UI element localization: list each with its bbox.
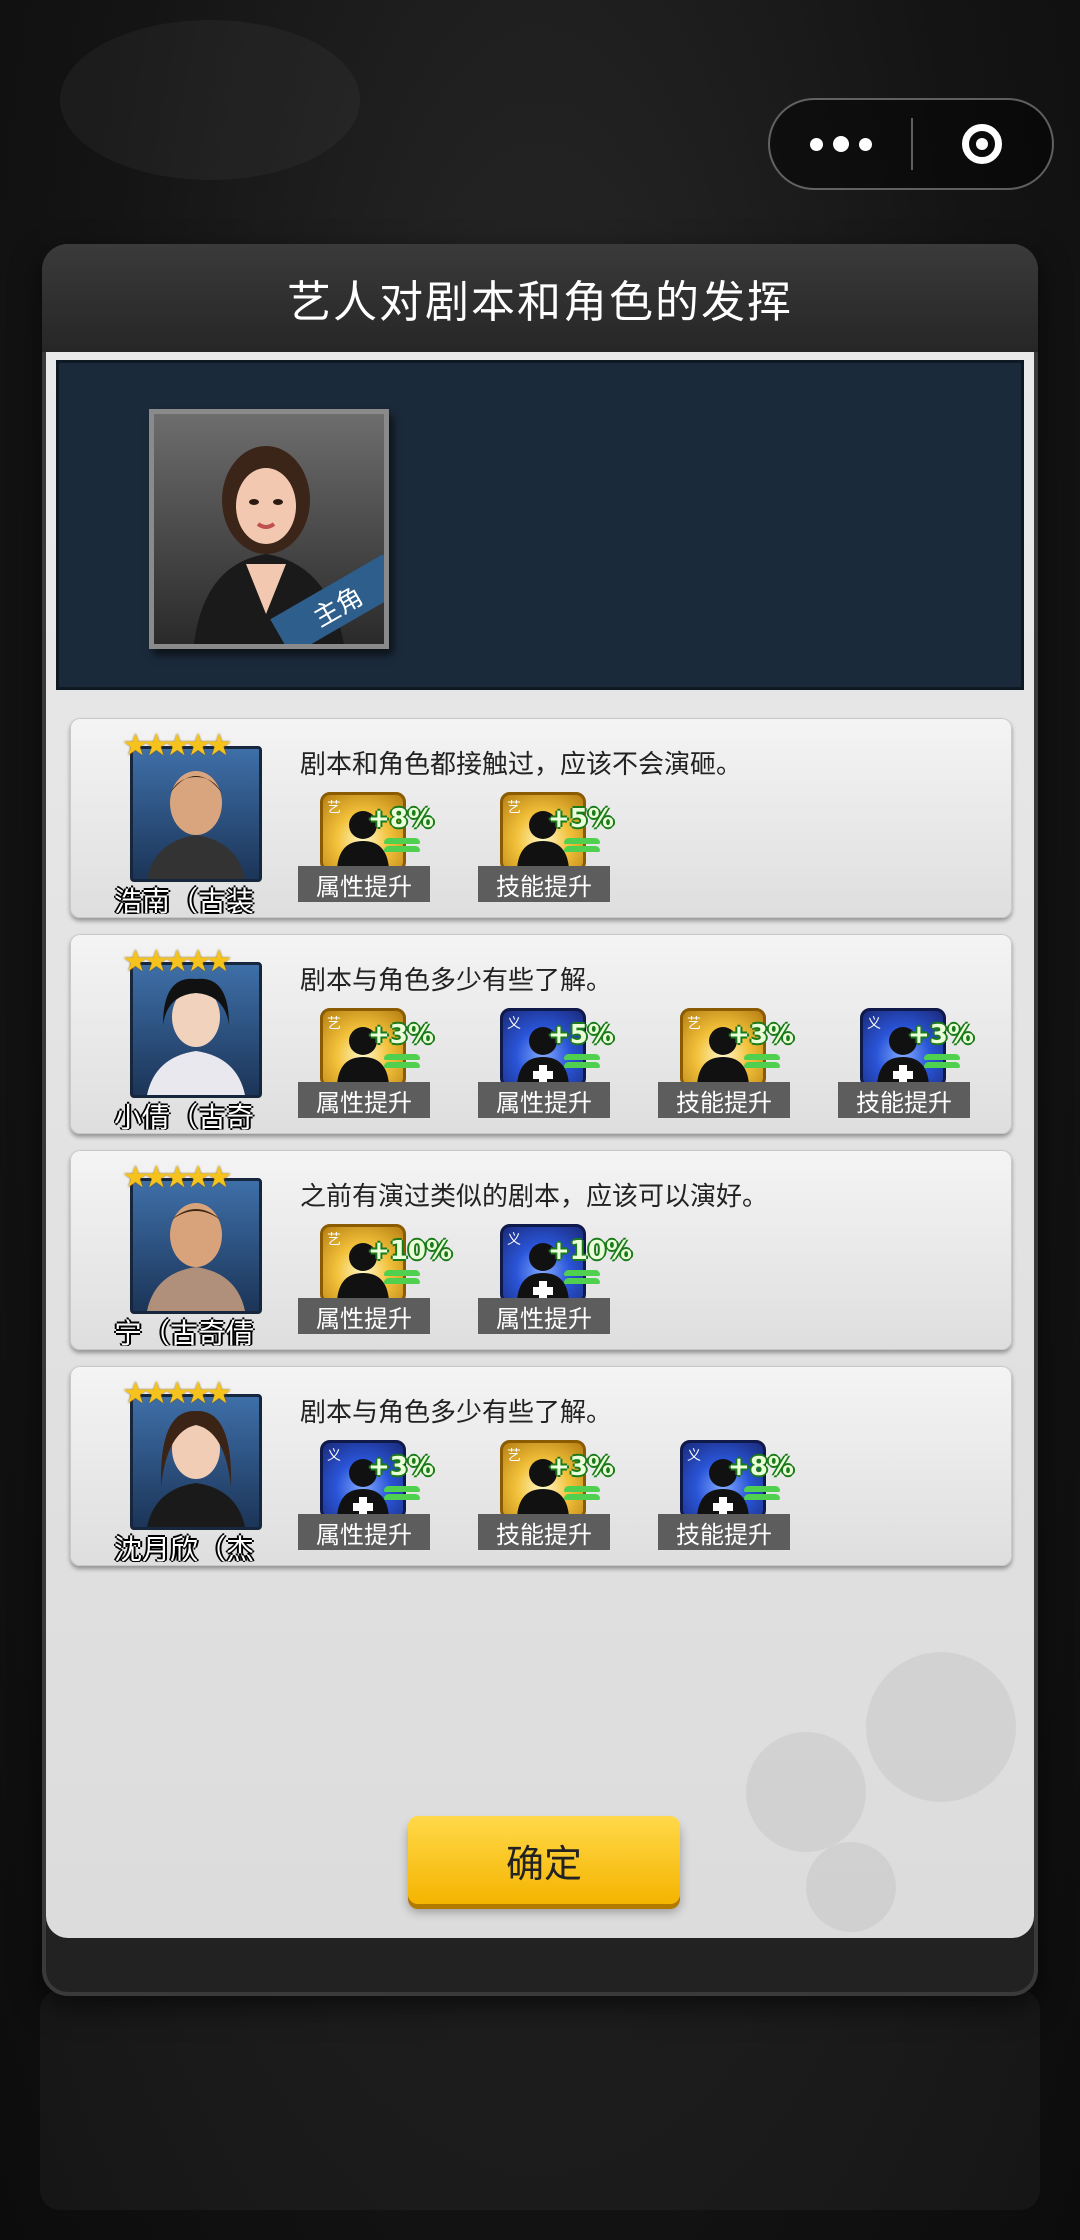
bonus-item: 义 +3% 技能提升 [838,1008,974,1118]
actor-portrait[interactable] [130,1394,262,1530]
miniprogram-capsule [768,98,1054,190]
up-arrow-icon [384,1270,420,1284]
up-arrow-icon [744,1486,780,1500]
bonus-percent: +8% [368,804,434,834]
actor-name: 浩南（古装 [114,885,255,914]
actor-name: 沈月欣（杰 [114,1533,255,1562]
bonus-label: 属性提升 [298,1298,430,1334]
dialog-body: 主角 ★★★★★ 浩南（古装 剧本和角色都接触过，应该不会演砸。 艺 +8% 属… [46,352,1034,1938]
lead-role-panel: 主角 [56,360,1024,690]
target-icon [962,124,1003,164]
performance-comment: 剧本与角色多少有些了解。 [300,966,613,996]
bonus-percent: +10% [368,1236,453,1266]
bonus-item: 艺 +8% 属性提升 [298,792,434,902]
background-blur [60,20,360,180]
dot-icon [858,137,872,151]
bonus-item: 艺 +5% 技能提升 [478,792,614,902]
actor-name: 小倩（古奇 [114,1101,255,1130]
bonus-percent: +3% [368,1452,434,1482]
up-arrow-icon [384,838,420,852]
bonus-percent: +8% [728,1452,794,1482]
actor-row: ★★★★★ 宁（古奇倩 之前有演过类似的剧本，应该可以演好。 艺 +10% 属性… [70,1150,1012,1350]
bonus-percent: +3% [368,1020,434,1050]
bonus-label: 属性提升 [298,866,430,902]
bonus-item: 义 +8% 技能提升 [658,1440,794,1550]
actor-name: 宁（古奇倩 [114,1317,255,1346]
bonus-percent: +3% [728,1020,794,1050]
bonus-item: 艺 +10% 属性提升 [298,1224,452,1334]
up-arrow-icon [564,1486,600,1500]
star-rating: ★★★★★ [122,1160,233,1195]
bonus-label: 技能提升 [658,1082,790,1118]
bonus-label: 属性提升 [478,1298,610,1334]
bonus-percent: +5% [548,804,614,834]
actor-portrait[interactable] [130,746,262,882]
actor-row: ★★★★★ 浩南（古装 剧本和角色都接触过，应该不会演砸。 艺 +8% 属性提升… [70,718,1012,918]
bonus-item: 义 +5% 属性提升 [478,1008,614,1118]
actor-row: ★★★★★ 小倩（古奇 剧本与角色多少有些了解。 艺 +3% 属性提升 义 +5… [70,934,1012,1134]
star-rating: ★★★★★ [122,728,233,763]
background-blur-bottom [40,1990,1040,2210]
confirm-button[interactable]: 确定 [408,1816,680,1904]
actor-portrait[interactable] [130,962,262,1098]
up-arrow-icon [564,1054,600,1068]
dot-icon [809,137,823,151]
bonus-percent: +3% [908,1020,974,1050]
up-arrow-icon [564,1270,600,1284]
performance-comment: 之前有演过类似的剧本，应该可以演好。 [300,1182,769,1212]
up-arrow-icon [384,1054,420,1068]
up-arrow-icon [924,1054,960,1068]
bonus-label: 技能提升 [658,1514,790,1550]
up-arrow-icon [744,1054,780,1068]
star-rating: ★★★★★ [122,944,233,979]
lead-actor-card[interactable]: 主角 [149,409,389,649]
dialog-title: 艺人对剧本和角色的发挥 [42,244,1038,352]
bonus-label: 技能提升 [478,866,610,902]
bonus-label: 技能提升 [838,1082,970,1118]
dot-icon [832,136,849,152]
performance-dialog: 艺人对剧本和角色的发挥 主角 ★★★★★ 浩南（古装 剧本和角色都接触过，应该不… [42,244,1038,1996]
performance-comment: 剧本与角色多少有些了解。 [300,1398,613,1428]
bonus-item: 艺 +3% 技能提升 [478,1440,614,1550]
bonus-percent: +10% [548,1236,633,1266]
bonus-percent: +5% [548,1020,614,1050]
bonus-percent: +3% [548,1452,614,1482]
close-miniprogram-button[interactable] [913,100,1052,188]
bonus-label: 属性提升 [478,1082,610,1118]
more-menu-button[interactable] [770,100,911,188]
bonus-label: 技能提升 [478,1514,610,1550]
star-rating: ★★★★★ [122,1376,233,1411]
bonus-item: 义 +3% 属性提升 [298,1440,434,1550]
performance-comment: 剧本和角色都接触过，应该不会演砸。 [300,750,743,780]
actor-portrait[interactable] [130,1178,262,1314]
bonus-item: 艺 +3% 属性提升 [298,1008,434,1118]
up-arrow-icon [384,1486,420,1500]
up-arrow-icon [564,838,600,852]
actor-row: ★★★★★ 沈月欣（杰 剧本与角色多少有些了解。 义 +3% 属性提升 艺 +3… [70,1366,1012,1566]
bonus-label: 属性提升 [298,1514,430,1550]
bonus-label: 属性提升 [298,1082,430,1118]
bonus-item: 义 +10% 属性提升 [478,1224,632,1334]
bonus-item: 艺 +3% 技能提升 [658,1008,794,1118]
